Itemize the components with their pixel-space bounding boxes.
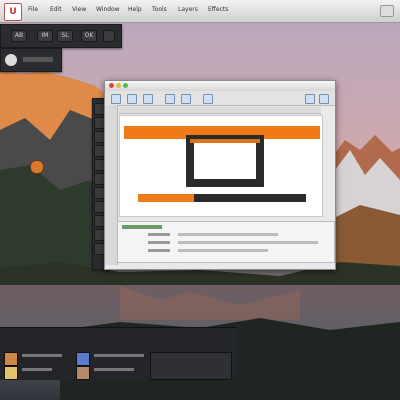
toolbar-button-2[interactable]: IM	[37, 30, 53, 42]
toolbar-button-3[interactable]: SL	[57, 30, 73, 42]
document-toolbar	[105, 91, 335, 106]
menu-item-tools[interactable]: Tools	[152, 6, 167, 13]
redo-icon[interactable]	[181, 94, 191, 104]
window-control-icon[interactable]	[380, 5, 394, 17]
layer-thumbnail-1[interactable]	[4, 352, 18, 366]
menu-item-help[interactable]: Help	[128, 6, 142, 13]
toolbar-dropdown-icon[interactable]	[103, 30, 115, 42]
record-icon[interactable]	[30, 160, 44, 174]
layer-thumbnail-4[interactable]	[76, 366, 90, 380]
new-icon[interactable]	[111, 94, 121, 104]
panel-header-bar	[122, 225, 162, 229]
bottom-panel	[0, 327, 236, 380]
document-window	[104, 80, 336, 270]
minimize-icon[interactable]	[116, 83, 121, 88]
menu-item-file[interactable]: File	[28, 6, 38, 13]
orange-bottom-accent	[138, 194, 194, 202]
save-icon[interactable]	[143, 94, 153, 104]
menu-item-window[interactable]: Window	[96, 6, 120, 13]
layer-thumbnail-2[interactable]	[4, 366, 18, 380]
close-icon[interactable]	[109, 83, 114, 88]
artwork	[124, 126, 320, 202]
top-menu-bar: U File Edit View Window Help Tools Layer…	[0, 0, 400, 23]
maximize-icon[interactable]	[123, 83, 128, 88]
properties-panel	[117, 221, 335, 263]
toolbar-button-4[interactable]: OK	[81, 30, 97, 42]
black-frame	[186, 135, 264, 187]
timeline-strip[interactable]	[150, 352, 232, 380]
options-toolbar: AB IM SL OK	[0, 24, 122, 48]
toolbar-button-1[interactable]: AB	[11, 30, 27, 42]
menu-item-layers[interactable]: Layers	[178, 6, 198, 13]
zoom-icon[interactable]	[203, 94, 213, 104]
artboard-canvas[interactable]	[119, 115, 323, 217]
open-icon[interactable]	[127, 94, 137, 104]
undo-icon[interactable]	[165, 94, 175, 104]
help-icon[interactable]	[319, 94, 329, 104]
menu-item-effects[interactable]: Effects	[208, 6, 228, 13]
panel-label	[23, 57, 53, 62]
menu-item-edit[interactable]: Edit	[50, 6, 62, 13]
horizontal-ruler[interactable]	[119, 107, 321, 114]
layer-thumbnail-3[interactable]	[76, 352, 90, 366]
app-logo-icon[interactable]: U	[4, 3, 22, 21]
menu-item-view[interactable]: View	[72, 6, 86, 13]
settings-icon[interactable]	[305, 94, 315, 104]
cloud-icon[interactable]	[5, 54, 17, 66]
small-tool-panel	[0, 48, 62, 72]
